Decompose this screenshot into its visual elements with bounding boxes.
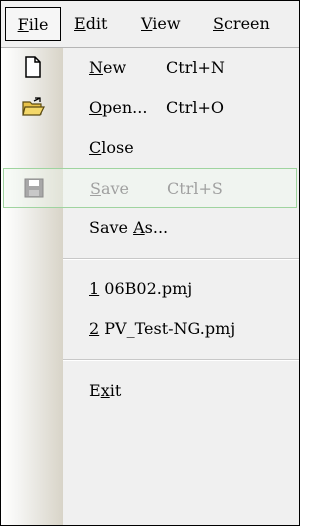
menu-item-new-shortcut: Ctrl+N [166, 58, 225, 77]
menu-edit[interactable]: Edit [74, 12, 107, 36]
recent-1-label-post: 06B02.pmj [99, 279, 193, 298]
open-label-post: pen... [102, 98, 148, 117]
exit-mnemonic: x [100, 381, 110, 400]
menu-item-open[interactable]: Open... Ctrl+O [1, 88, 299, 128]
menu-screen-label-post: creen [223, 14, 270, 33]
menu-item-recent-2-label: 2 PV_Test-NG.pmj [89, 318, 235, 340]
menu-item-open-shortcut: Ctrl+O [166, 98, 224, 117]
open-mnemonic: O [89, 98, 103, 117]
new-mnemonic: N [89, 58, 103, 77]
menu-screen[interactable]: Screen [213, 12, 270, 36]
exit-label-pre: E [89, 381, 101, 400]
menu-separator [63, 359, 299, 361]
menu-file-label-post: ile [28, 15, 49, 34]
menu-item-open-label: Open... [89, 97, 147, 119]
menu-item-save-label: Save [90, 178, 129, 200]
save-as-mnemonic: A [133, 218, 145, 237]
menu-item-close[interactable]: Close [1, 128, 299, 168]
menu-item-save-as[interactable]: Save As... [1, 208, 299, 248]
recent-1-mnemonic: 1 [89, 279, 100, 298]
open-folder-icon [22, 97, 45, 116]
close-mnemonic: C [89, 138, 102, 157]
save-disk-icon [24, 178, 44, 198]
menu-view[interactable]: View [141, 12, 181, 36]
menu-separator [63, 258, 299, 260]
menu-item-recent-1[interactable]: 1 06B02.pmj [1, 269, 299, 309]
menu-file-mnemonic: F [17, 15, 29, 34]
save-label-post: ave [100, 179, 130, 198]
menu-view-label-post: iew [152, 14, 181, 33]
menu-view-mnemonic: V [141, 14, 153, 33]
application-window: File Edit View Screen New Ctrl+N Open... [0, 0, 300, 526]
menu-item-close-label: Close [89, 137, 134, 159]
save-as-label-post: s... [144, 218, 169, 237]
menu-item-exit[interactable]: Exit [1, 371, 299, 411]
exit-label-post: it [109, 381, 122, 400]
menu-item-save-shortcut: Ctrl+S [167, 179, 223, 198]
menu-item-recent-2[interactable]: 2 PV_Test-NG.pmj [1, 309, 299, 349]
menu-item-exit-label: Exit [89, 380, 121, 402]
menu-file[interactable]: File [5, 7, 61, 41]
new-document-icon [25, 56, 41, 78]
recent-2-mnemonic: 2 [89, 319, 100, 338]
close-label-post: lose [101, 138, 134, 157]
menu-item-new-label: New [89, 57, 126, 79]
new-label-post: ew [103, 58, 127, 77]
save-as-label-pre: Save [89, 218, 134, 237]
save-mnemonic: S [90, 179, 101, 198]
menu-edit-label-post: dit [85, 14, 108, 33]
menu-item-save-as-label: Save As... [89, 217, 168, 239]
menu-screen-mnemonic: S [213, 14, 224, 33]
menu-item-save[interactable]: Save Ctrl+S [3, 168, 297, 208]
file-menu-dropdown: New Ctrl+N Open... Ctrl+O Close Save Ctr… [1, 48, 299, 525]
menu-edit-mnemonic: E [74, 14, 86, 33]
menu-bar: File Edit View Screen [1, 1, 299, 48]
recent-2-label-post: PV_Test-NG.pmj [99, 319, 236, 338]
menu-item-recent-1-label: 1 06B02.pmj [89, 278, 192, 300]
menu-item-new[interactable]: New Ctrl+N [1, 48, 299, 88]
